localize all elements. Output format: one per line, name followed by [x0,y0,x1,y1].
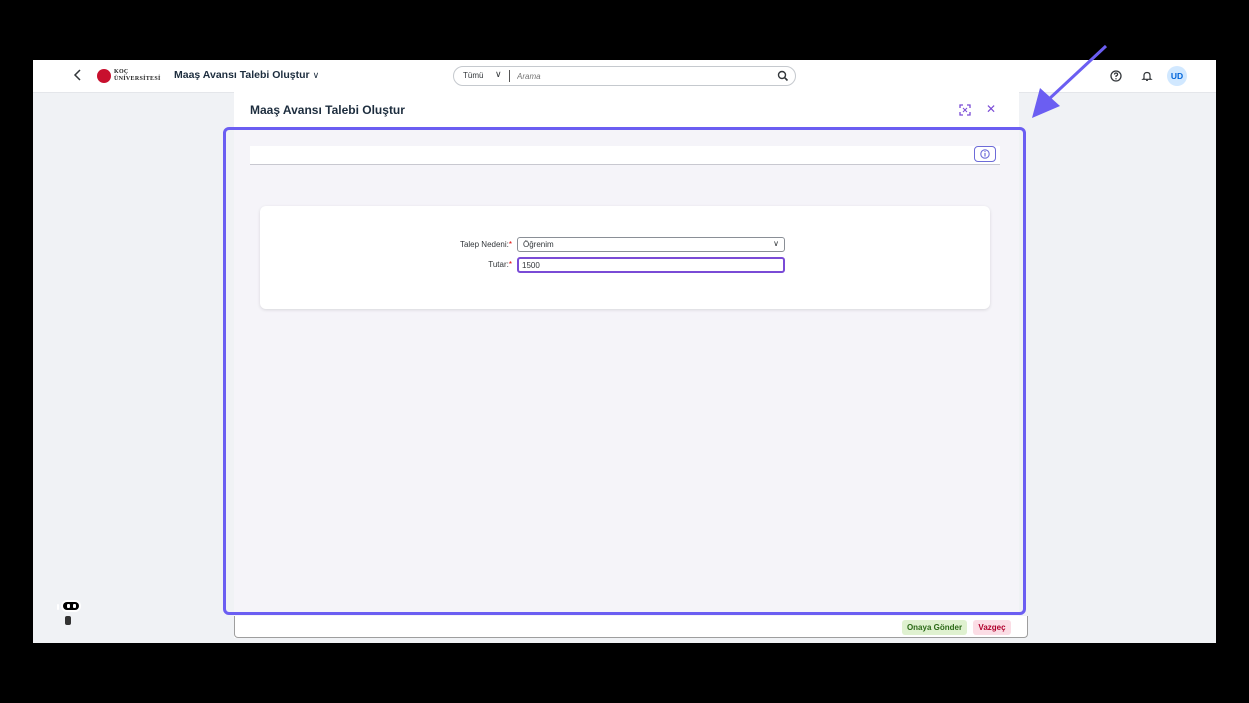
search-scope-select[interactable]: Tümü [463,71,483,80]
search-input[interactable] [517,70,757,82]
shell-bar: KOÇ ÜNİVERSİTESİ Maaş Avansı Talebi Oluş… [33,60,1216,93]
reason-select[interactable]: Öğrenim ∨ [517,237,785,252]
dialog-body: Talep Nedeni:* Öğrenim ∨ Tutar:* [234,128,1019,618]
back-button[interactable] [71,68,85,84]
logo-text-line2: ÜNİVERSİTESİ [114,76,161,82]
assistant-widget-icon[interactable] [55,598,83,626]
logo-text-line1: KOÇ [114,69,129,75]
chevron-down-icon: ∨ [312,70,320,80]
help-icon[interactable] [1108,68,1124,84]
university-logo[interactable]: KOÇ ÜNİVERSİTESİ [97,68,177,84]
create-request-dialog: Maaş Avansı Talebi Oluştur ✕ Talep Neden… [234,92,1019,638]
submit-for-approval-button[interactable]: Onaya Gönder [902,620,967,635]
app-window: KOÇ ÜNİVERSİTESİ Maaş Avansı Talebi Oluş… [33,60,1216,643]
request-form-card: Talep Nedeni:* Öğrenim ∨ Tutar:* [260,206,990,309]
amount-label: Tutar:* [488,260,512,269]
reason-select-value: Öğrenim [523,240,554,249]
dialog-footer: Onaya Gönder Vazgeç [234,616,1028,638]
search-icon[interactable] [776,69,790,83]
logo-emblem [97,69,111,83]
required-marker: * [508,240,512,249]
dialog-title: Maaş Avansı Talebi Oluştur [250,103,405,117]
amount-input[interactable] [517,257,785,273]
chevron-down-icon[interactable]: ∨ [495,69,502,80]
user-avatar[interactable]: UD [1167,66,1187,86]
fullscreen-icon[interactable] [958,103,972,117]
bell-icon[interactable] [1139,68,1155,84]
chevron-left-icon [73,69,81,81]
cancel-button[interactable]: Vazgeç [973,620,1011,635]
app-title-menu[interactable]: Maaş Avansı Talebi Oluştur ∨ [174,69,319,81]
search-field[interactable]: Tümü ∨ [453,66,796,86]
reason-label: Talep Nedeni:* [459,240,512,249]
section-header-bar [250,146,1000,165]
app-title: Maaş Avansı Talebi Oluştur [174,69,310,81]
close-icon[interactable]: ✕ [984,102,998,116]
chevron-down-icon: ∨ [773,239,779,248]
search-divider [509,70,510,82]
required-marker: * [508,260,512,269]
info-button[interactable] [974,146,996,162]
info-icon [980,149,990,159]
